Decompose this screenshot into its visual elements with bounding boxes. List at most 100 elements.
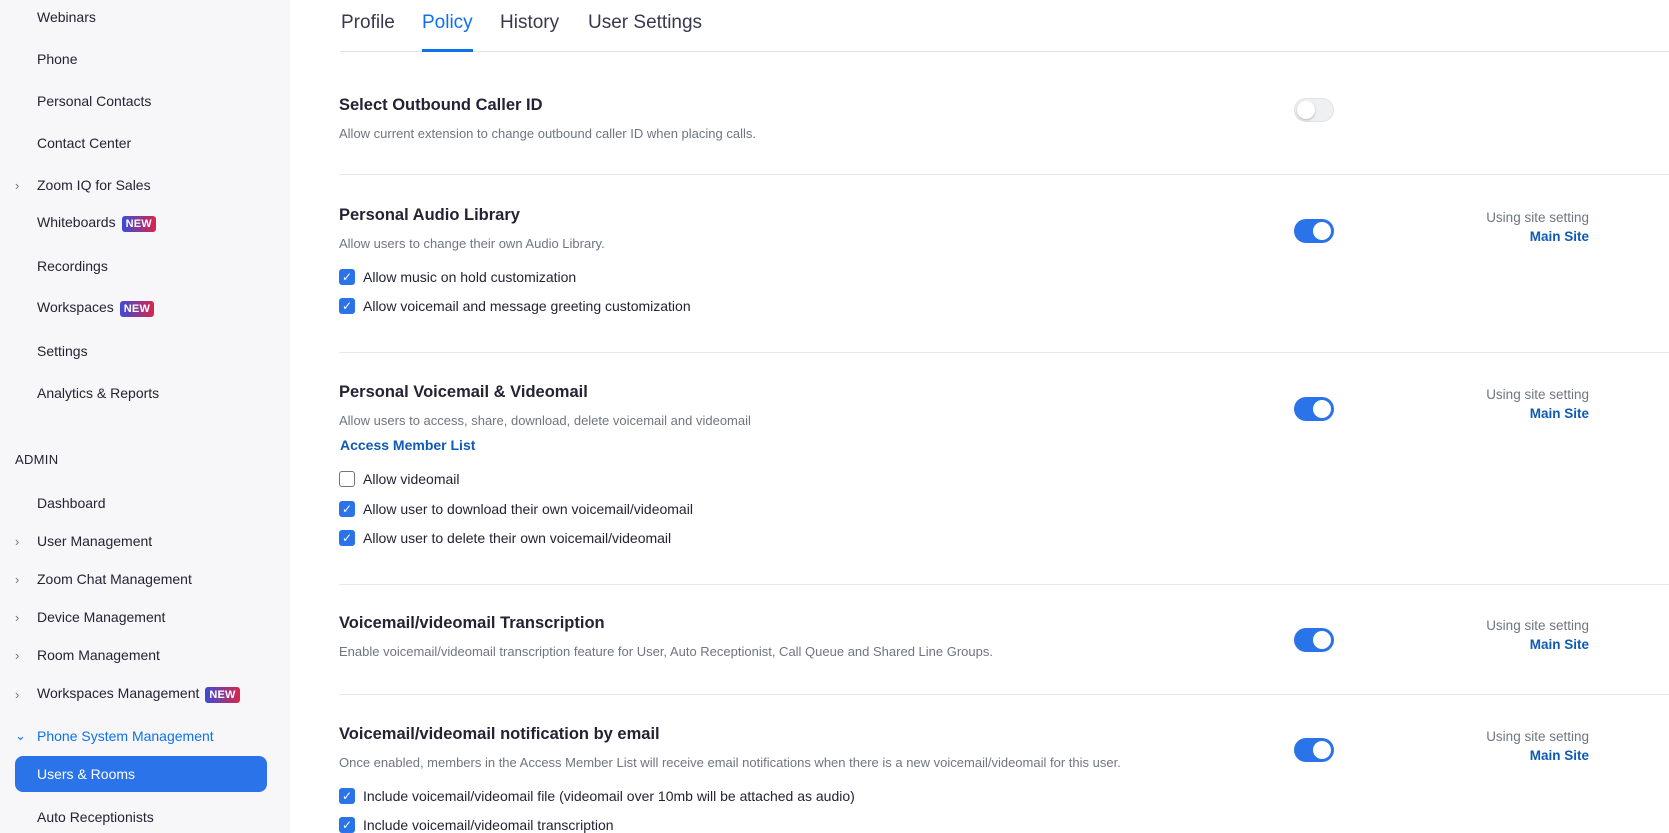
option-include-transcription[interactable]: ✓ Include voicemail/videomail transcript… (339, 815, 614, 833)
using-site-setting-label: Using site setting (1486, 210, 1589, 225)
option-greeting-customization[interactable]: ✓ Allow voicemail and message greeting c… (339, 296, 691, 316)
main-site-link[interactable]: Main Site (1389, 748, 1589, 763)
personal-audio-library-toggle[interactable] (1294, 219, 1334, 243)
divider (339, 694, 1669, 695)
toggle-knob (1313, 400, 1331, 418)
sidebar-item-user-management[interactable]: › User Management (15, 523, 267, 559)
option-include-file[interactable]: ✓ Include voicemail/videomail file (vide… (339, 786, 855, 806)
sidebar-item-recordings[interactable]: Recordings (15, 248, 267, 284)
main-site-link[interactable]: Main Site (1389, 637, 1589, 652)
chevron-right-icon: › (15, 647, 20, 663)
checkbox-checked-icon[interactable]: ✓ (339, 269, 355, 285)
tab-profile[interactable]: Profile (341, 12, 395, 34)
sidebar-item-label: Zoom Chat Management (37, 571, 192, 587)
checkbox-checked-icon[interactable]: ✓ (339, 817, 355, 833)
access-member-list-link[interactable]: Access Member List (340, 437, 475, 453)
personal-voicemail-toggle[interactable] (1294, 397, 1334, 421)
sidebar-item-label: Recordings (37, 258, 108, 274)
using-site-setting-label: Using site setting (1486, 618, 1589, 633)
active-tab-indicator (422, 49, 473, 52)
setting-description: Once enabled, members in the Access Memb… (339, 755, 1121, 770)
sidebar-item-label: Room Management (37, 647, 160, 663)
sidebar-item-label: Personal Contacts (37, 93, 152, 109)
option-label: Allow music on hold customization (363, 269, 577, 285)
toggle-knob (1313, 631, 1331, 649)
option-delete-voicemail[interactable]: ✓ Allow user to delete their own voicema… (339, 528, 671, 548)
option-label: Include voicemail/videomail file (videom… (363, 788, 855, 804)
sidebar-item-label: Phone System Management (37, 728, 214, 744)
chevron-down-icon: ⌄ (15, 728, 26, 743)
site-setting-note: Using site setting Main Site (1389, 210, 1589, 244)
setting-title: Personal Voicemail & Videomail (339, 383, 588, 401)
using-site-setting-label: Using site setting (1486, 729, 1589, 744)
divider (339, 584, 1669, 585)
sidebar-item-personal-contacts[interactable]: Personal Contacts (15, 83, 267, 119)
main-site-link[interactable]: Main Site (1389, 406, 1589, 421)
tab-user-settings[interactable]: User Settings (588, 12, 702, 34)
chevron-right-icon: › (15, 177, 20, 193)
sidebar-item-auto-receptionists[interactable]: Auto Receptionists (15, 799, 267, 833)
sidebar-item-phone[interactable]: Phone (15, 41, 267, 77)
tab-history[interactable]: History (500, 12, 559, 34)
chevron-right-icon: › (15, 533, 20, 549)
sidebar-item-label-wrap: Workspaces Management NEW (37, 685, 240, 703)
option-label: Allow voicemail and message greeting cus… (363, 298, 691, 314)
site-setting-note: Using site setting Main Site (1389, 729, 1589, 763)
sidebar-item-zoom-chat-management[interactable]: › Zoom Chat Management (15, 561, 267, 597)
sidebar: Webinars Phone Personal Contacts Contact… (0, 0, 290, 833)
sidebar-item-users-rooms[interactable]: Users & Rooms (15, 756, 267, 792)
admin-section-heading: ADMIN (15, 452, 59, 467)
chevron-right-icon: › (15, 609, 20, 625)
sidebar-item-label: Dashboard (37, 495, 106, 511)
sidebar-item-workspaces[interactable]: Workspaces NEW (15, 290, 267, 326)
checkbox-checked-icon[interactable]: ✓ (339, 530, 355, 546)
sidebar-item-label: Analytics & Reports (37, 385, 160, 401)
divider (339, 352, 1669, 353)
setting-title: Personal Audio Library (339, 206, 520, 224)
site-setting-note: Using site setting Main Site (1389, 618, 1589, 652)
sidebar-item-label: Auto Receptionists (37, 809, 154, 825)
email-notification-toggle[interactable] (1294, 738, 1334, 762)
setting-description: Enable voicemail/videomail transcription… (339, 644, 993, 659)
sidebar-item-label: Workspaces (37, 299, 114, 316)
sidebar-item-zoom-iq-for-sales[interactable]: › Zoom IQ for Sales (15, 167, 267, 203)
sidebar-item-device-management[interactable]: › Device Management (15, 599, 267, 635)
sidebar-item-contact-center[interactable]: Contact Center (15, 125, 267, 161)
checkbox-unchecked-icon[interactable] (339, 471, 355, 487)
sidebar-item-webinars[interactable]: Webinars (15, 0, 267, 35)
voicemail-transcription-toggle[interactable] (1294, 628, 1334, 652)
sidebar-item-label: User Management (37, 533, 153, 549)
toggle-knob (1313, 222, 1331, 240)
sidebar-item-dashboard[interactable]: Dashboard (15, 485, 267, 521)
toggle-knob (1297, 101, 1315, 119)
sidebar-item-label: Phone (37, 51, 78, 67)
outbound-caller-id-toggle[interactable] (1294, 98, 1334, 122)
new-badge: NEW (119, 300, 155, 317)
option-label: Include voicemail/videomail transcriptio… (363, 817, 614, 833)
option-download-voicemail[interactable]: ✓ Allow user to download their own voice… (339, 499, 693, 519)
sidebar-item-label: Zoom IQ for Sales (37, 177, 151, 193)
sidebar-item-label: Contact Center (37, 135, 132, 151)
sidebar-item-phone-system-management[interactable]: ⌄ Phone System Management (15, 718, 267, 754)
setting-description: Allow users to access, share, download, … (339, 413, 751, 428)
sidebar-item-whiteboards[interactable]: Whiteboards NEW (15, 205, 267, 241)
option-music-on-hold[interactable]: ✓ Allow music on hold customization (339, 267, 576, 287)
option-label: Allow videomail (363, 471, 460, 487)
setting-description: Allow users to change their own Audio Li… (339, 236, 605, 251)
chevron-right-icon: › (15, 686, 20, 702)
sidebar-item-room-management[interactable]: › Room Management (15, 637, 267, 673)
sidebar-item-label-wrap: Workspaces NEW (37, 299, 155, 317)
checkbox-checked-icon[interactable]: ✓ (339, 501, 355, 517)
checkbox-checked-icon[interactable]: ✓ (339, 298, 355, 314)
sidebar-item-settings[interactable]: Settings (15, 333, 267, 369)
option-label: Allow user to download their own voicema… (363, 501, 693, 517)
option-allow-videomail[interactable]: Allow videomail (339, 469, 459, 489)
tab-policy[interactable]: Policy (422, 12, 473, 34)
option-label: Allow user to delete their own voicemail… (363, 530, 672, 546)
new-badge: NEW (205, 686, 240, 703)
main-site-link[interactable]: Main Site (1389, 229, 1589, 244)
sidebar-item-workspaces-management[interactable]: › Workspaces Management NEW (15, 676, 267, 712)
sidebar-item-analytics-reports[interactable]: Analytics & Reports (15, 375, 267, 411)
setting-title: Voicemail/videomail Transcription (339, 614, 605, 632)
checkbox-checked-icon[interactable]: ✓ (339, 788, 355, 804)
